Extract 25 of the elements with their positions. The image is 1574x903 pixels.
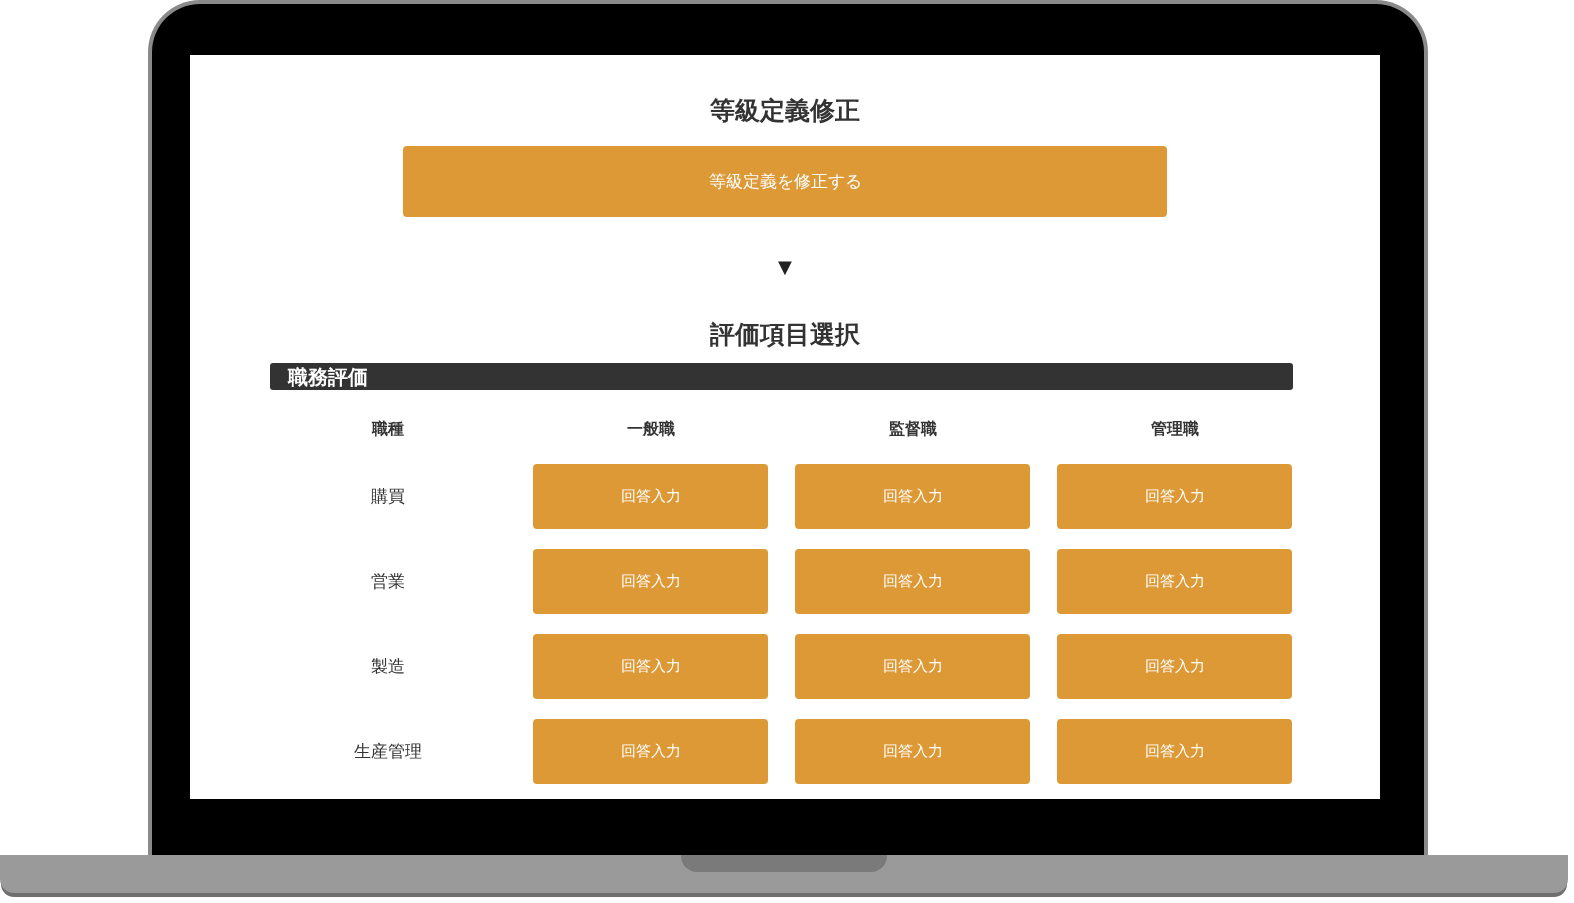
job-type-label: 製造 <box>370 655 406 678</box>
down-arrow-icon: ▼ <box>778 255 792 279</box>
column-header: 管理職 <box>1149 418 1200 440</box>
column-header: 監督職 <box>887 418 938 440</box>
answer-input-button[interactable]: 回答入力 <box>533 719 768 784</box>
answer-input-button[interactable]: 回答入力 <box>1057 549 1292 614</box>
answer-input-button[interactable]: 回答入力 <box>795 464 1030 529</box>
column-header: 職種 <box>370 418 405 440</box>
answer-input-button[interactable]: 回答入力 <box>795 634 1030 699</box>
answer-input-button[interactable]: 回答入力 <box>1057 464 1292 529</box>
job-type-label: 購買 <box>370 485 406 508</box>
section-title: 評価項目選択 <box>710 319 860 351</box>
answer-input-button[interactable]: 回答入力 <box>1057 719 1292 784</box>
answer-input-button[interactable]: 回答入力 <box>533 634 768 699</box>
answer-input-button[interactable]: 回答入力 <box>533 464 768 529</box>
answer-input-button[interactable]: 回答入力 <box>1057 634 1292 699</box>
answer-input-button[interactable]: 回答入力 <box>795 549 1030 614</box>
answer-input-button[interactable]: 回答入力 <box>533 549 768 614</box>
column-header: 一般職 <box>625 418 676 440</box>
job-type-label: 営業 <box>370 570 406 593</box>
answer-input-button[interactable]: 回答入力 <box>795 719 1030 784</box>
job-type-label: 生産管理 <box>353 740 423 763</box>
category-header: 職務評価 <box>270 363 1293 390</box>
section-title: 等級定義修正 <box>710 95 860 127</box>
edit-grade-button[interactable]: 等級定義を修正する <box>403 146 1167 217</box>
